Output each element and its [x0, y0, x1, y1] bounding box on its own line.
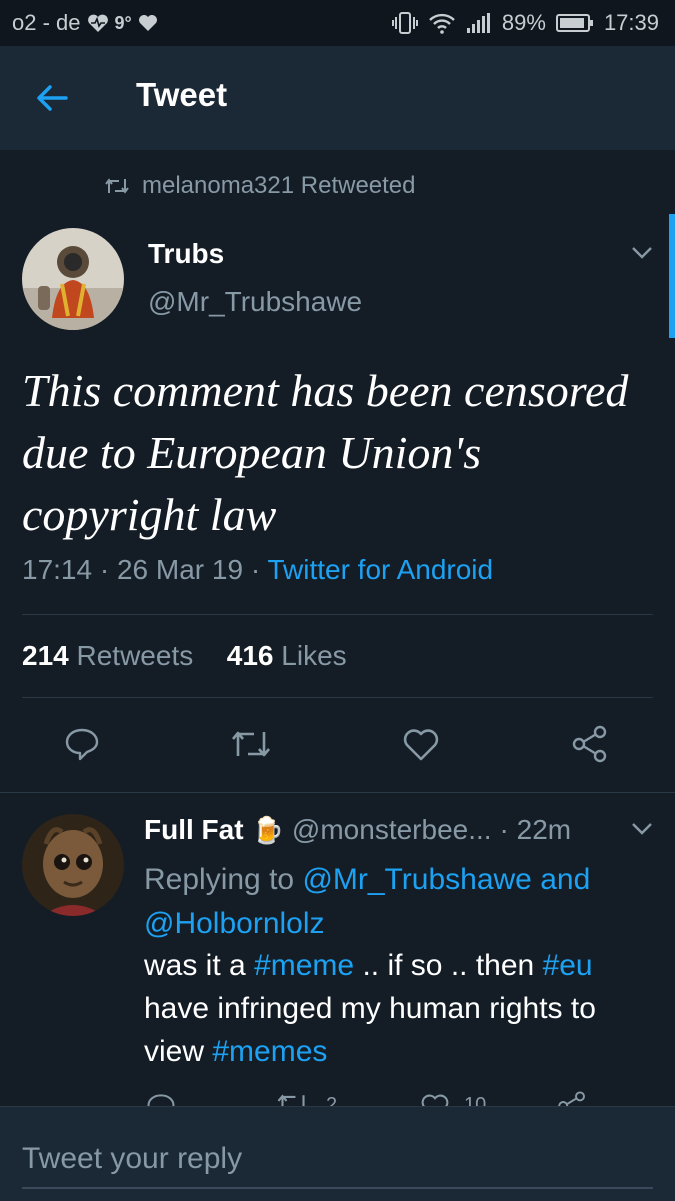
app-bar: Tweet: [0, 46, 675, 150]
beer-emoji: 🍺: [251, 814, 284, 845]
replying-to-prefix: Replying to: [144, 863, 295, 896]
retweet-button[interactable]: [230, 728, 272, 765]
reply-author-avatar[interactable]: [22, 814, 124, 916]
reply-action-bar: 2 10: [0, 1088, 675, 1108]
wifi-icon: [429, 13, 455, 34]
heart-icon: [138, 15, 157, 31]
share-button[interactable]: [570, 724, 610, 769]
battery-percent: 89%: [501, 10, 546, 35]
reply-author-name[interactable]: Full Fat: [144, 814, 244, 846]
retweets-label[interactable]: Retweets: [77, 640, 194, 671]
heart-monitor-icon: [87, 14, 108, 32]
page-title: Tweet: [136, 76, 228, 113]
arrow-left-icon: [37, 85, 68, 111]
hashtag-link[interactable]: #memes: [212, 1035, 327, 1068]
temperature-label: 9°: [114, 12, 132, 33]
reply-age: · 22m: [499, 814, 572, 845]
replying-to-line: Replying to @Mr_Trubshawe and @Holbornlo…: [144, 858, 644, 946]
author-handle[interactable]: @Mr_Trubshawe: [148, 286, 362, 318]
mention-link[interactable]: @Holbornlolz: [144, 907, 325, 940]
comment-icon: [65, 728, 99, 761]
chevron-down-icon: [632, 247, 652, 259]
tweet-stats: 214 Retweets 416 Likes: [22, 640, 347, 672]
like-button[interactable]: [402, 726, 440, 767]
reply-header: Full Fat 🍺 @monsterbee... · 22m: [144, 814, 571, 846]
vibrate-icon: [391, 12, 418, 34]
reply-text-part: was it a: [144, 949, 246, 982]
status-bar: o2 - de 9° 89% 17:39: [0, 0, 675, 46]
author-name[interactable]: Trubs: [148, 238, 224, 270]
retweeted-by-label: melanoma321 Retweeted: [142, 172, 416, 199]
tweet-action-bar: [0, 720, 675, 770]
retweet-count[interactable]: 214: [22, 640, 69, 671]
groot-avatar-image: [22, 814, 124, 916]
clock: 17:39: [603, 10, 659, 35]
tweet-date: 26 Mar 19: [116, 554, 244, 585]
diver-avatar-image: [22, 228, 124, 330]
reply-menu-button[interactable]: [631, 822, 653, 836]
divider: [22, 697, 653, 698]
tweet-menu-button[interactable]: [631, 246, 653, 260]
hashtag-link[interactable]: #eu: [543, 949, 593, 982]
author-avatar[interactable]: [22, 228, 124, 330]
retweet-icon: [232, 731, 270, 757]
mention-link[interactable]: @Mr_Trubshawe: [302, 863, 531, 896]
like-count[interactable]: 416: [227, 640, 274, 671]
signal-icon: [466, 13, 490, 33]
reply-input[interactable]: [22, 1131, 653, 1189]
reply-author-handle[interactable]: @monsterbee...: [292, 814, 492, 846]
carrier-label: o2 - de: [12, 10, 81, 35]
meta-separator: ·: [250, 554, 268, 585]
tweet-time: 17:14: [22, 554, 93, 585]
reply-text-part: .. if so .. then: [362, 949, 535, 982]
share-icon: [572, 725, 607, 763]
scroll-indicator: [669, 214, 675, 338]
battery-icon: [555, 14, 593, 32]
reply-composer: [0, 1106, 675, 1201]
meta-separator: ·: [99, 554, 117, 585]
retweet-icon: [105, 178, 129, 194]
reply-text: was it a #meme .. if so .. then #eu have…: [144, 944, 654, 1073]
reply-button[interactable]: [64, 726, 100, 767]
section-divider: [0, 792, 675, 793]
heart-outline-icon: [403, 729, 439, 761]
tweet-text: This comment has been censored due to Eu…: [22, 365, 629, 540]
tweet-source-link[interactable]: Twitter for Android: [267, 554, 493, 585]
hashtag-link[interactable]: #meme: [254, 949, 354, 982]
tweet-meta: 17:14 · 26 Mar 19 · Twitter for Android: [22, 554, 493, 586]
divider: [22, 614, 653, 615]
retweeted-by-row[interactable]: melanoma321 Retweeted: [104, 172, 416, 200]
replying-and[interactable]: and: [540, 863, 590, 896]
likes-label[interactable]: Likes: [281, 640, 346, 671]
chevron-down-icon: [632, 823, 652, 835]
back-button[interactable]: [30, 76, 74, 120]
